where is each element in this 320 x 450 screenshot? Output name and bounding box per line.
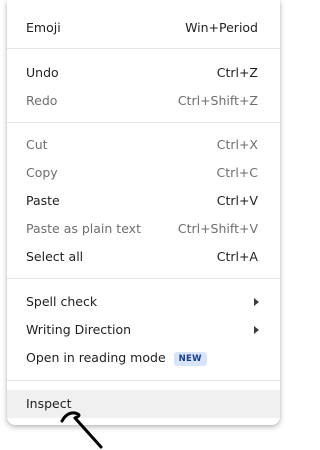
menu-item-label-text: Open in reading mode <box>26 350 166 365</box>
menu-item-label: Emoji <box>26 20 61 35</box>
menu-item-label: Open in reading mode NEW <box>26 344 207 372</box>
menu-separator <box>7 278 280 279</box>
menu-item-label: Undo <box>26 65 59 80</box>
menu-separator <box>7 122 280 123</box>
menu-separator <box>7 48 280 49</box>
menu-item-undo[interactable]: Undo Ctrl+Z <box>7 59 280 87</box>
menu-item-shortcut: Ctrl+C <box>216 165 258 180</box>
menu-item-label: Cut <box>26 137 48 152</box>
menu-item-shortcut: Ctrl+Shift+Z <box>177 93 258 108</box>
submenu-arrow-icon <box>254 326 259 334</box>
menu-item-label: Spell check <box>26 294 98 309</box>
submenu-arrow-icon <box>254 298 259 306</box>
menu-item-label: Paste as plain text <box>26 221 141 236</box>
new-badge: NEW <box>173 352 207 366</box>
menu-item-inspect[interactable]: Inspect <box>7 390 280 418</box>
page: Emoji Win+Period Undo Ctrl+Z Redo Ctrl+S… <box>0 0 282 450</box>
menu-item-shortcut: Ctrl+A <box>216 249 258 264</box>
menu-separator <box>7 380 280 381</box>
menu-item-select-all[interactable]: Select all Ctrl+A <box>7 243 280 271</box>
menu-item-emoji[interactable]: Emoji Win+Period <box>7 14 280 42</box>
menu-item-shortcut: Win+Period <box>185 20 258 35</box>
menu-item-shortcut: Ctrl+Z <box>216 65 258 80</box>
menu-item-copy[interactable]: Copy Ctrl+C <box>7 159 280 187</box>
menu-item-shortcut: Ctrl+V <box>216 193 258 208</box>
menu-item-paste[interactable]: Paste Ctrl+V <box>7 187 280 215</box>
menu-item-paste-plain-text[interactable]: Paste as plain text Ctrl+Shift+V <box>7 215 280 243</box>
menu-item-spell-check[interactable]: Spell check <box>7 288 280 316</box>
menu-item-label: Select all <box>26 249 84 264</box>
menu-item-writing-direction[interactable]: Writing Direction <box>7 316 280 344</box>
menu-item-shortcut: Ctrl+X <box>216 137 258 152</box>
context-menu: Emoji Win+Period Undo Ctrl+Z Redo Ctrl+S… <box>7 0 280 425</box>
menu-item-label: Redo <box>26 93 58 108</box>
menu-item-cut[interactable]: Cut Ctrl+X <box>7 131 280 159</box>
menu-item-redo[interactable]: Redo Ctrl+Shift+Z <box>7 87 280 115</box>
menu-item-label: Copy <box>26 165 58 180</box>
hand-drawn-arrow-icon <box>60 411 103 449</box>
menu-item-shortcut: Ctrl+Shift+V <box>177 221 258 236</box>
menu-item-open-reading-mode[interactable]: Open in reading mode NEW <box>7 344 280 372</box>
menu-item-label: Writing Direction <box>26 322 132 337</box>
menu-item-label: Paste <box>26 193 60 208</box>
